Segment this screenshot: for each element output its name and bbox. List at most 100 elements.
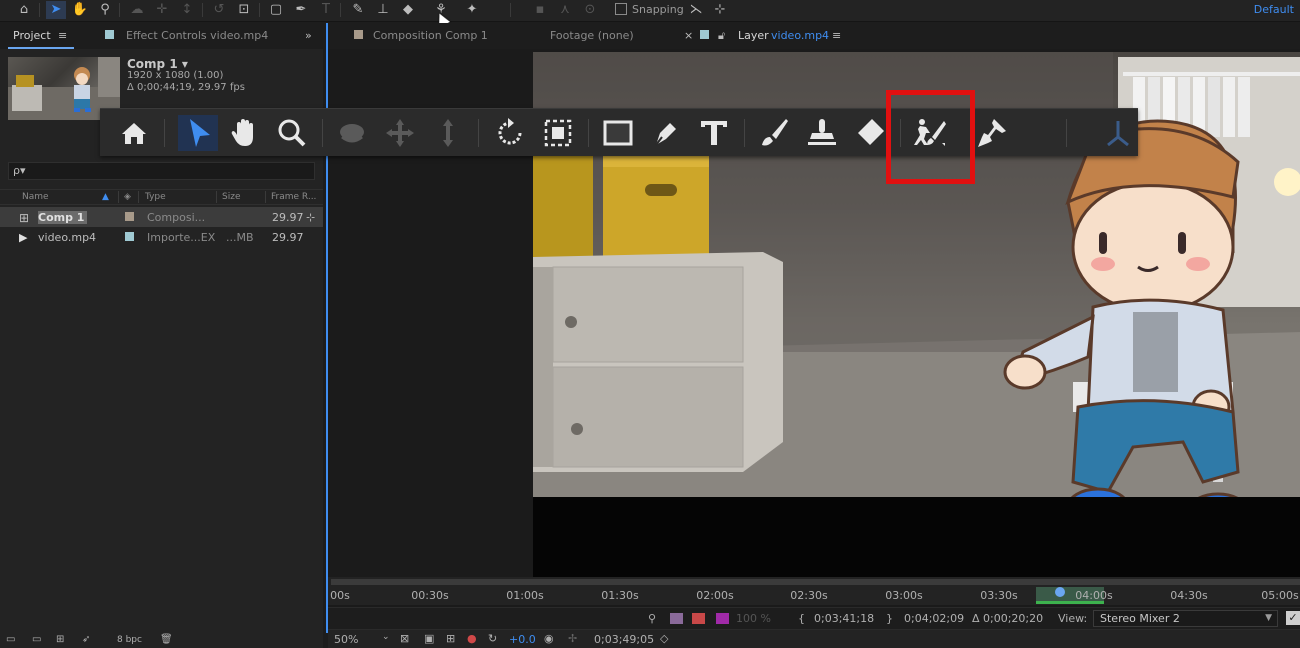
clone-stamp-icon[interactable]: ⊥	[373, 1, 393, 19]
view-select[interactable]: Stereo Mixer 2 ▼	[1093, 610, 1278, 627]
snapshot-icon[interactable]: ◉	[544, 632, 554, 645]
toolbar-divider	[340, 3, 341, 17]
puppet-icon[interactable]: ⚲	[648, 612, 656, 625]
orbit-icon[interactable]: ☁	[127, 1, 147, 19]
reset-exposure-icon[interactable]: ↻	[488, 632, 497, 645]
project-settings-icon[interactable]: ➶	[82, 634, 90, 645]
set-in-point-icon[interactable]: {	[798, 612, 805, 625]
pan-icon[interactable]	[382, 115, 418, 151]
selection-arrow-icon[interactable]: ➤	[46, 1, 66, 19]
tab-project[interactable]: Project	[13, 29, 51, 42]
world-axis-icon[interactable]: ⋏	[555, 1, 575, 19]
rotate-icon[interactable]	[492, 115, 528, 151]
pan-behind-icon[interactable]	[540, 115, 576, 151]
pen-icon[interactable]	[648, 115, 684, 151]
tab-footage[interactable]: Footage (none)	[550, 29, 634, 42]
transparency-icon[interactable]	[692, 613, 705, 624]
tab-layer-label[interactable]: Layer	[738, 29, 769, 42]
selection-tool[interactable]	[178, 115, 218, 151]
column-name[interactable]: Name	[22, 192, 49, 202]
brush-icon[interactable]: ✎	[348, 1, 368, 19]
panel-menu-icon[interactable]: ≡	[58, 29, 67, 42]
type-icon[interactable]: T	[316, 1, 336, 19]
channel-icon[interactable]: ●	[467, 632, 477, 645]
column-size[interactable]: Size	[222, 192, 240, 202]
show-snapshot-icon[interactable]: ✢	[568, 632, 577, 645]
hand-icon[interactable]: ✋	[70, 1, 90, 19]
current-time-indicator[interactable]	[1055, 587, 1065, 597]
grid-icon[interactable]: ⊞	[446, 632, 455, 645]
sort-ascending-icon[interactable]: ▲	[102, 192, 109, 202]
new-composition-icon[interactable]: ⊞	[56, 634, 64, 645]
project-item-name[interactable]: video.mp4	[38, 231, 96, 244]
pan-icon[interactable]: ✛	[152, 1, 172, 19]
time-navigator[interactable]	[331, 579, 1300, 585]
trash-icon[interactable]: 🗑	[160, 634, 173, 645]
expand-panels-icon[interactable]: »	[305, 29, 312, 42]
local-axis-icon[interactable]: ▪	[530, 1, 550, 19]
interpret-footage-icon[interactable]: ▭	[6, 634, 15, 645]
bit-depth-button[interactable]: 8 bpc	[117, 635, 142, 645]
project-item-name[interactable]: Comp 1	[38, 211, 88, 224]
home-icon[interactable]	[116, 115, 152, 151]
column-frame-rate[interactable]: Frame R...	[271, 192, 316, 202]
workspace-default[interactable]: Default	[1254, 3, 1294, 16]
puppet-pin-icon[interactable]	[974, 115, 1010, 151]
label-swatch[interactable]	[125, 212, 134, 221]
set-out-point-icon[interactable]: }	[886, 612, 893, 625]
close-tab-icon[interactable]: ×	[684, 29, 693, 42]
rotate-icon[interactable]: ↺	[209, 1, 229, 19]
always-preview-icon[interactable]: ◇	[660, 632, 668, 645]
opacity-value[interactable]: 100 %	[736, 612, 771, 625]
rectangle-icon[interactable]: ▢	[266, 1, 286, 19]
zoom-icon[interactable]	[274, 115, 310, 151]
tab-effect-controls[interactable]: Effect Controls video.mp4	[126, 29, 268, 42]
type-icon[interactable]	[696, 115, 732, 151]
home-icon[interactable]: ⌂	[14, 1, 34, 19]
view-axis-icon[interactable]: ⊙	[580, 1, 600, 19]
clone-stamp-icon[interactable]	[804, 115, 840, 151]
panel-menu-icon[interactable]: ≡	[832, 29, 841, 42]
out-point-time[interactable]: 0;04;02;09	[904, 612, 964, 625]
render-checkbox[interactable]: ✓	[1286, 611, 1300, 625]
brush-icon[interactable]	[756, 115, 792, 151]
show-channel-icon[interactable]	[670, 613, 683, 624]
fit-icon[interactable]: ⊠	[400, 632, 409, 645]
tab-composition[interactable]: Composition Comp 1	[373, 29, 488, 42]
hand-icon[interactable]	[226, 115, 262, 151]
orbit-icon[interactable]	[334, 115, 370, 151]
label-column-icon[interactable]: ◈	[124, 192, 131, 202]
snapping-checkbox[interactable]	[615, 3, 627, 15]
magnification-select[interactable]: 50%	[334, 633, 358, 646]
layer-time-ruler[interactable]: 00s 00:30s 01:00s 01:30s 02:00s 02:30s 0…	[328, 577, 1300, 605]
lock-icon[interactable]: 🔓︎	[718, 29, 725, 43]
pen-icon[interactable]: ✒	[291, 1, 311, 19]
mask-toggle-icon[interactable]	[716, 613, 729, 624]
pan-behind-icon[interactable]: ⊡	[234, 1, 254, 19]
chevron-down-icon[interactable]: ⌄	[382, 632, 390, 642]
project-item-row[interactable]: ▶ video.mp4 Importe...EX ...MB 29.97	[0, 227, 323, 247]
flowchart-icon[interactable]: ⊹	[306, 211, 315, 224]
new-folder-icon[interactable]: ▭	[32, 634, 41, 645]
snap-edge-icon[interactable]: ⋋	[686, 1, 706, 19]
eraser-icon[interactable]: ◆	[398, 1, 418, 19]
dolly-icon[interactable]	[430, 115, 466, 151]
zoom-icon[interactable]: ⚲	[95, 1, 115, 19]
tab-layer-name[interactable]: video.mp4	[771, 29, 829, 42]
in-point-time[interactable]: 0;03;41;18	[814, 612, 874, 625]
current-timecode[interactable]: 0;03;49;05	[594, 633, 654, 646]
label-swatch[interactable]	[125, 232, 134, 241]
comp-name[interactable]: Comp 1 ▾	[127, 57, 188, 71]
label-swatch	[700, 30, 709, 39]
column-type[interactable]: Type	[145, 192, 166, 202]
snap-feature-icon[interactable]: ⊹	[710, 1, 730, 19]
safe-margins-icon[interactable]: ▣	[424, 632, 434, 645]
puppet-pin-icon[interactable]: ✦	[462, 1, 482, 19]
dolly-icon[interactable]: ↕	[177, 1, 197, 19]
exposure-value[interactable]: +0.0	[509, 633, 536, 646]
eraser-icon[interactable]	[852, 115, 888, 151]
rectangle-icon[interactable]	[600, 115, 636, 151]
local-axis-icon[interactable]	[1100, 115, 1136, 151]
project-search-input[interactable]: ρ▾	[8, 162, 315, 180]
project-item-row[interactable]: ⊞ Comp 1 Composi... 29.97 ⊹	[0, 207, 323, 227]
